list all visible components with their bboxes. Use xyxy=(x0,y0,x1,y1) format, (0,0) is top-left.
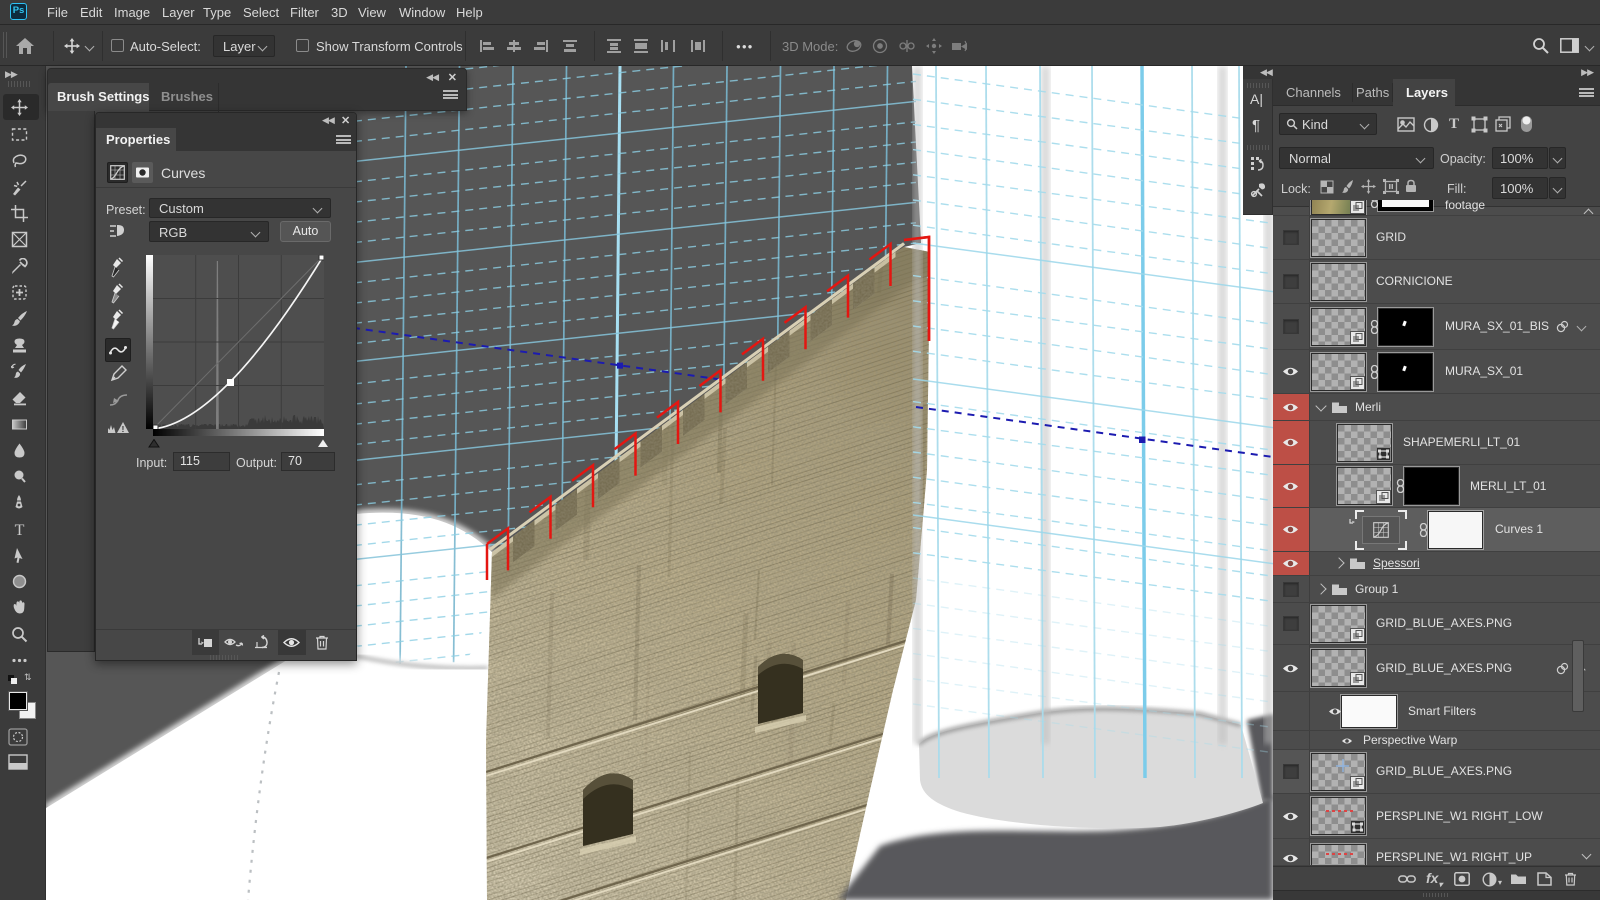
svg-text:T: T xyxy=(15,522,25,538)
svg-text:!: ! xyxy=(122,425,125,434)
